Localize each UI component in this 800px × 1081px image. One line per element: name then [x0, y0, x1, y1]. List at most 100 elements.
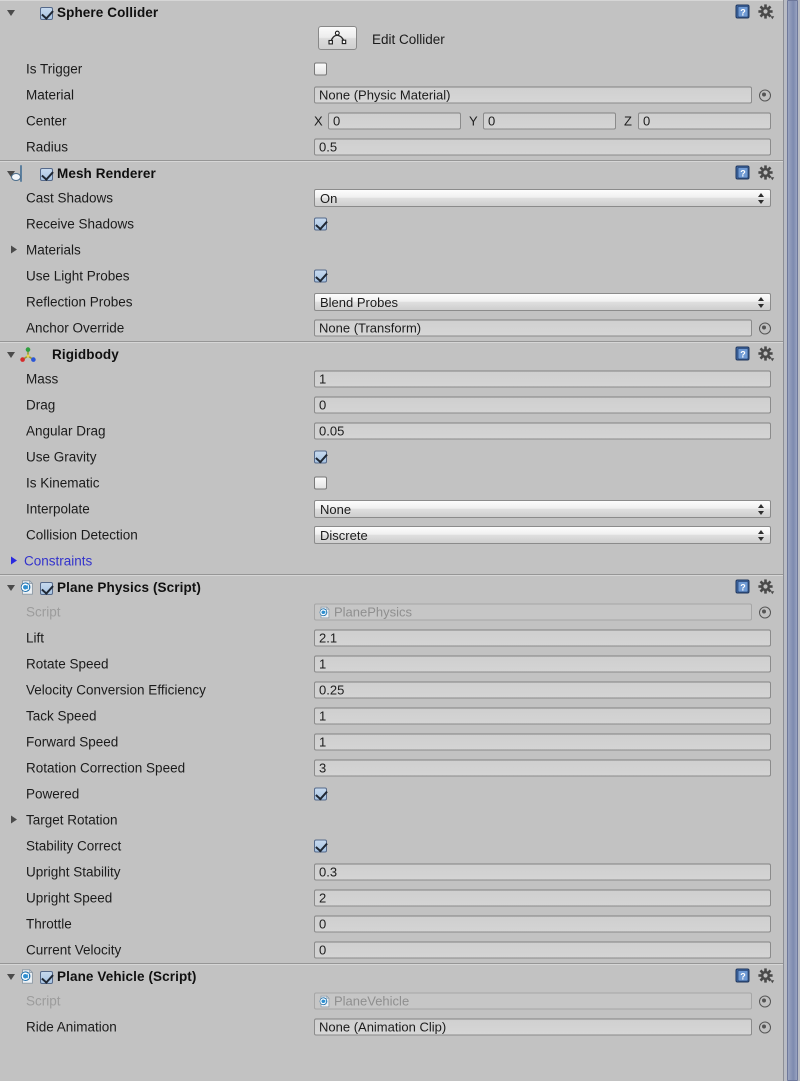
number-field[interactable]: 1	[314, 707, 771, 725]
number-field[interactable]: 0	[638, 112, 771, 130]
settings-gear-icon[interactable]	[758, 165, 775, 181]
number-field[interactable]: 0	[328, 112, 461, 130]
help-book-icon[interactable]: ?	[735, 968, 751, 984]
help-book-icon[interactable]: ?	[735, 579, 751, 595]
property-checkbox[interactable]	[314, 787, 327, 801]
number-field[interactable]: 0.3	[314, 863, 771, 881]
object-picker-icon[interactable]	[758, 322, 771, 335]
number-field[interactable]: 2.1	[314, 629, 771, 647]
field-area: 1	[314, 733, 771, 751]
property-row: Is Kinematic	[0, 470, 783, 496]
number-field[interactable]: 3	[314, 759, 771, 777]
help-book-icon[interactable]: ?	[735, 4, 751, 20]
dropdown-field[interactable]: On	[314, 189, 771, 207]
number-field[interactable]: 2	[314, 889, 771, 907]
property-checkbox[interactable]	[314, 269, 327, 283]
component-header-icons: ?	[735, 579, 775, 595]
field-area	[314, 450, 771, 464]
property-row: Is Trigger	[0, 56, 783, 82]
field-area	[314, 217, 771, 231]
object-field[interactable]: None (Transform)	[314, 319, 752, 337]
component-enabled-checkbox[interactable]	[40, 167, 53, 181]
property-row: Radius 0.5	[0, 134, 783, 160]
component-header-plane-physics[interactable]: Plane Physics (Script) ?	[0, 576, 783, 599]
property-checkbox[interactable]	[314, 217, 327, 231]
property-label: Tack Speed	[26, 708, 97, 724]
property-row: Interpolate None	[0, 496, 783, 522]
component-foldout-arrow[interactable]	[6, 970, 19, 983]
property-label: Upright Stability	[26, 864, 121, 880]
dropdown-field[interactable]: Discrete	[314, 526, 771, 544]
settings-gear-icon[interactable]	[758, 579, 775, 595]
number-field[interactable]: 1	[314, 733, 771, 751]
object-picker-icon[interactable]	[758, 1021, 771, 1034]
row-foldout-arrow[interactable]	[10, 556, 21, 567]
settings-gear-icon[interactable]	[758, 346, 775, 362]
field-area: None (Transform)	[314, 319, 771, 337]
property-checkbox[interactable]	[314, 62, 327, 76]
number-field[interactable]: 0.05	[314, 422, 771, 440]
field-area: 1	[314, 707, 771, 725]
property-label: Lift	[26, 630, 45, 646]
dropdown-field[interactable]: None	[314, 500, 771, 518]
property-row: Anchor Override None (Transform)	[0, 315, 783, 341]
number-field[interactable]: 0	[314, 396, 771, 414]
component-foldout-arrow[interactable]	[6, 348, 19, 361]
svg-text:?: ?	[740, 971, 746, 981]
component-foldout-arrow[interactable]	[6, 581, 19, 594]
edit-collider-icon	[328, 30, 347, 45]
row-foldout-arrow[interactable]	[10, 815, 21, 826]
scrollbar-thumb[interactable]	[787, 0, 798, 1081]
chevron-updown-icon	[758, 297, 765, 309]
property-checkbox[interactable]	[314, 450, 327, 464]
edit-collider-button[interactable]	[318, 26, 357, 50]
number-field[interactable]: 0	[483, 112, 616, 130]
property-row: Velocity Conversion Efficiency 0.25	[0, 677, 783, 703]
component-plane-physics: Plane Physics (Script) ? Script PlanePhy…	[0, 575, 783, 964]
property-row: Drag 0	[0, 392, 783, 418]
number-field[interactable]: 1	[314, 655, 771, 673]
field-area: 0.5	[314, 138, 771, 156]
property-label: Constraints	[24, 553, 93, 569]
row-foldout-arrow[interactable]	[10, 245, 21, 256]
number-field[interactable]: 0	[314, 915, 771, 933]
settings-gear-icon[interactable]	[758, 4, 775, 20]
svg-text:?: ?	[740, 349, 746, 359]
property-row: Throttle 0	[0, 911, 783, 937]
property-row: Stability Correct	[0, 833, 783, 859]
svg-text:?: ?	[740, 7, 746, 17]
property-label: Current Velocity	[26, 942, 122, 958]
chevron-updown-icon	[758, 193, 765, 205]
number-field[interactable]: 0.25	[314, 681, 771, 699]
help-book-icon[interactable]: ?	[735, 165, 751, 181]
component-enabled-checkbox[interactable]	[40, 6, 53, 20]
field-area	[314, 787, 771, 801]
help-book-icon[interactable]: ?	[735, 346, 751, 362]
property-checkbox[interactable]	[314, 839, 327, 853]
sphere-collider-icon	[20, 5, 36, 21]
object-field[interactable]: None (Physic Material)	[314, 86, 752, 104]
number-field[interactable]: 0.5	[314, 138, 771, 156]
dropdown-field[interactable]: Blend Probes	[314, 293, 771, 311]
vertical-scrollbar[interactable]	[783, 0, 800, 1081]
property-row: Use Gravity	[0, 444, 783, 470]
number-field[interactable]: 0	[314, 941, 771, 959]
component-header-sphere-collider[interactable]: Sphere Collider ?	[0, 1, 783, 24]
settings-gear-icon[interactable]	[758, 968, 775, 984]
object-field[interactable]: None (Animation Clip)	[314, 1018, 752, 1036]
component-header-rigidbody[interactable]: Rigidbody ?	[0, 343, 783, 366]
component-title: Plane Vehicle (Script)	[57, 969, 197, 984]
property-label: Use Gravity	[26, 449, 97, 465]
component-enabled-checkbox[interactable]	[40, 581, 53, 595]
component-header-plane-vehicle[interactable]: Plane Vehicle (Script) ?	[0, 965, 783, 988]
csharp-script-icon	[319, 606, 331, 619]
object-picker-icon[interactable]	[758, 89, 771, 102]
component-foldout-arrow[interactable]	[6, 6, 19, 19]
field-area	[314, 269, 771, 283]
chevron-updown-icon	[758, 530, 765, 542]
component-header-mesh-renderer[interactable]: Mesh Renderer ?	[0, 162, 783, 185]
component-enabled-checkbox[interactable]	[40, 970, 53, 984]
property-checkbox[interactable]	[314, 476, 327, 490]
number-field[interactable]: 1	[314, 370, 771, 388]
property-row: Script PlaneVehicle	[0, 988, 783, 1014]
